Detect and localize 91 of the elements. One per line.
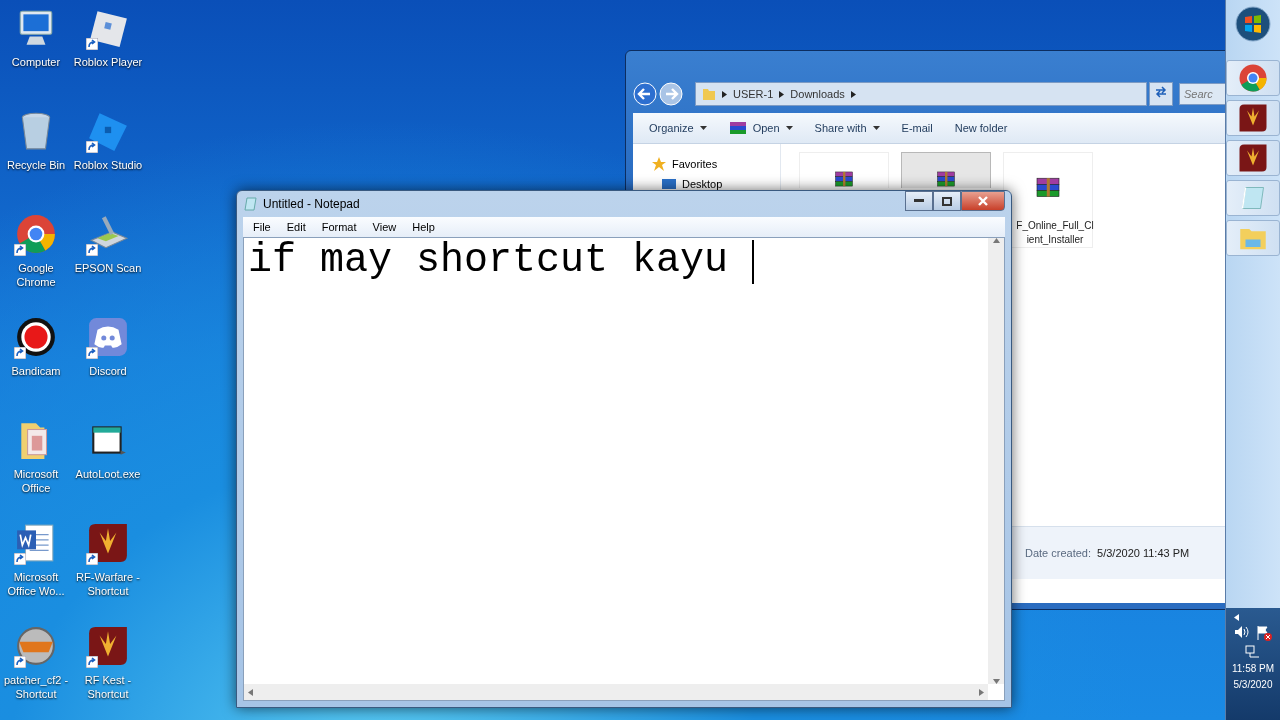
desktop-shortcut[interactable]: Recycle Bin: [0, 109, 72, 212]
claw-logo-icon: [87, 625, 129, 667]
text-content: if may shortcut kayu: [248, 238, 730, 284]
nav-item[interactable]: Desktop: [651, 174, 780, 194]
nav-item[interactable]: Favorites: [651, 154, 780, 174]
close-button[interactable]: [961, 191, 1005, 211]
minimize-button[interactable]: [905, 191, 933, 211]
toolbar-button[interactable]: E-mail: [901, 122, 933, 134]
desktop-shortcut[interactable]: Google Chrome: [0, 212, 72, 315]
breadcrumb[interactable]: USER-1: [733, 88, 774, 100]
desktop-icon-label: Roblox Player: [73, 55, 143, 69]
desktop-shortcut[interactable]: Discord: [72, 315, 144, 418]
desktop-shortcut[interactable]: Microsoft Office: [0, 418, 72, 521]
desktop-shortcut[interactable]: Computer: [0, 6, 72, 109]
cf-logo-icon: [15, 625, 57, 667]
maximize-button[interactable]: [933, 191, 961, 211]
toolbar-button[interactable]: Organize: [649, 122, 707, 134]
detail-label: Date created:: [1025, 547, 1092, 559]
chrome-icon: [15, 213, 57, 255]
menu-item[interactable]: View: [364, 221, 405, 233]
desktop-icon-label: RF-Warfare - Shortcut: [75, 570, 141, 598]
desktop-shortcut[interactable]: Roblox Studio: [72, 109, 144, 212]
record-icon: [15, 316, 57, 358]
desktop-icon-label: Roblox Studio: [73, 158, 143, 172]
desktop-shortcut[interactable]: Bandicam: [0, 315, 72, 418]
desktop-icon-label: AutoLoot.exe: [74, 467, 142, 481]
flag-icon[interactable]: [1256, 625, 1272, 641]
claw-logo-icon: [1238, 143, 1268, 173]
minimize-icon: [914, 199, 924, 203]
breadcrumb[interactable]: Downloads: [790, 88, 845, 100]
desktop-shortcut[interactable]: Microsoft Office Wo...: [0, 521, 72, 624]
clock-time[interactable]: 11:58 PM: [1231, 663, 1275, 675]
taskbar-button[interactable]: [1226, 100, 1280, 136]
desktop-icon-label: Bandicam: [10, 364, 62, 378]
desktop-icon-label: Microsoft Office Wo...: [6, 570, 66, 598]
desktop-icon-label: Computer: [10, 55, 62, 69]
desktop-icon-label: patcher_cf2 - Shortcut: [2, 673, 70, 701]
menu-item[interactable]: Edit: [278, 221, 314, 233]
scroll-down-icon[interactable]: [992, 679, 1000, 684]
detail-value: 5/3/2020 11:43 PM: [1097, 547, 1190, 559]
desktop-icon-label: RF Kest - Shortcut: [83, 673, 133, 701]
toolbar-button[interactable]: Share with: [814, 122, 880, 134]
horizontal-scrollbar[interactable]: [244, 684, 988, 700]
forward-button-icon[interactable]: [659, 82, 683, 106]
desktop-icon-label: Google Chrome: [15, 261, 57, 289]
star-icon: [651, 156, 667, 172]
toolbar-button[interactable]: Open: [728, 121, 793, 135]
chevron-right-icon[interactable]: [779, 90, 785, 98]
menu-item[interactable]: Help: [404, 221, 443, 233]
game-controller-icon: [87, 316, 129, 358]
archive-books-icon: [728, 121, 747, 135]
chevron-right-icon[interactable]: [722, 90, 727, 98]
desktop-icon-label: EPSON Scan: [73, 261, 143, 275]
toolbar-button[interactable]: New folder: [954, 122, 1008, 134]
desktop-shortcut[interactable]: Roblox Player: [72, 6, 144, 109]
dropdown-caret-icon: [699, 126, 707, 130]
start-button-icon[interactable]: [1235, 6, 1271, 42]
chevron-right-icon[interactable]: [850, 90, 856, 98]
refresh-arrows-icon: [1154, 86, 1168, 98]
desktop-icon-label: Recycle Bin: [5, 158, 67, 172]
show-hidden-icons-button[interactable]: [1233, 614, 1239, 621]
clock-date[interactable]: 5/3/2020: [1233, 679, 1273, 691]
window-title: Untitled - Notepad: [263, 197, 360, 211]
claw-logo-icon: [87, 522, 129, 564]
dropdown-caret-icon: [872, 126, 880, 130]
menu-item[interactable]: Format: [313, 221, 365, 233]
monitor-icon: [661, 177, 677, 191]
address-bar[interactable]: USER-1 Downloads: [695, 82, 1147, 106]
back-button-icon[interactable]: [633, 82, 657, 106]
claw-logo-icon: [1238, 103, 1268, 133]
folder-icon: [702, 87, 716, 101]
menu-item[interactable]: File: [245, 221, 279, 233]
desktop-shortcut[interactable]: EPSON Scan: [72, 212, 144, 315]
close-icon: [978, 196, 988, 206]
vertical-scrollbar[interactable]: [988, 238, 1004, 684]
taskbar-button[interactable]: [1226, 140, 1280, 176]
desktop-icon-label: Discord: [88, 364, 128, 378]
speaker-icon[interactable]: [1234, 625, 1250, 639]
file-tile[interactable]: [901, 152, 991, 188]
network-icon[interactable]: [1245, 645, 1261, 659]
refresh-button[interactable]: [1149, 82, 1173, 106]
dropdown-caret-icon: [785, 126, 793, 130]
scroll-right-icon[interactable]: [979, 688, 984, 696]
desktop-shortcut[interactable]: AutoLoot.exe: [72, 418, 144, 521]
scroll-left-icon[interactable]: [248, 688, 253, 696]
file-name: F_Online_Full_Cl ient_Installer: [1015, 219, 1095, 247]
notepad-icon: [243, 197, 257, 211]
desktop-icon-label: Microsoft Office: [12, 467, 60, 495]
text-cursor: [752, 240, 755, 284]
chrome-icon: [1238, 63, 1268, 93]
maximize-icon: [942, 196, 952, 206]
